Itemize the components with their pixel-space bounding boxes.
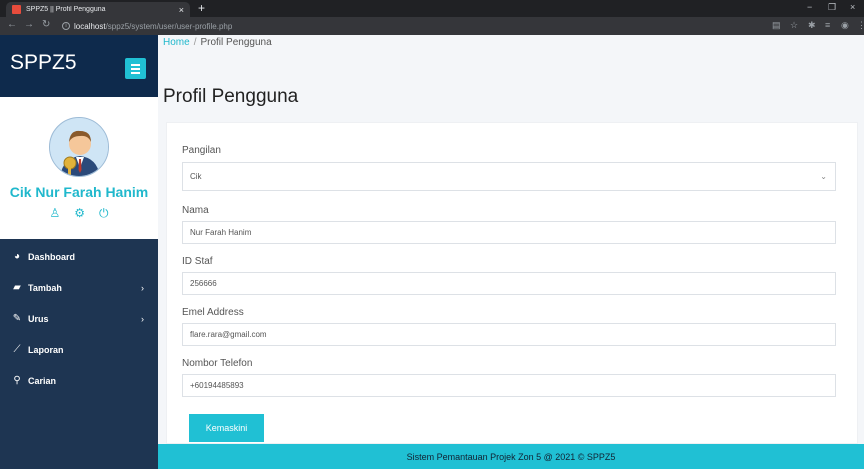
sidebar-item-urus[interactable]: ✎ Urus › — [0, 303, 158, 334]
user-profile-panel: Cik Nur Farah Hanim ♙ ⚙ ⏻ — [0, 97, 158, 239]
book-icon: ▰ — [13, 282, 21, 293]
footer-text: Sistem Pemantauan Projek Zon 5 @ 2021 © … — [406, 452, 616, 462]
profile-actions: ♙ ⚙ ⏻ — [0, 206, 158, 221]
browser-address-bar: ← → ↻ i localhost /sppz5/system/user/use… — [0, 17, 864, 35]
dashboard-icon: ◕ — [13, 251, 21, 262]
pangilan-value: Cik — [190, 172, 202, 181]
footer: Sistem Pemantauan Projek Zon 5 @ 2021 © … — [158, 444, 864, 469]
telefon-label: Nombor Telefon — [182, 358, 253, 369]
emel-label: Emel Address — [182, 307, 244, 318]
sidebar-item-carian[interactable]: ⚲ Carian — [0, 365, 158, 396]
chevron-down-icon: ⌄ — [820, 172, 827, 181]
breadcrumb: Home / Profil Pengguna — [163, 37, 272, 48]
brand-header: SPPZ5 — [0, 35, 158, 97]
chevron-right-icon: › — [141, 282, 144, 293]
maximize-button[interactable]: ❐ — [828, 2, 836, 13]
search-icon: ⚲ — [13, 375, 21, 386]
bookmark-star-icon[interactable]: ☆ — [790, 20, 798, 31]
tab-close-icon[interactable]: × — [179, 5, 184, 15]
power-icon[interactable]: ⏻ — [99, 206, 109, 221]
sidebar-item-label: Dashboard — [28, 251, 76, 262]
url-input[interactable]: i localhost /sppz5/system/user/user-prof… — [62, 19, 662, 33]
telefon-input[interactable]: +60194485893 — [182, 374, 836, 397]
translate-icon[interactable]: ▤ — [772, 20, 781, 31]
sidebar-item-label: Laporan — [28, 344, 64, 355]
url-host: localhost — [74, 21, 106, 31]
sidebar-item-laporan[interactable]: ⟋ Laporan — [0, 334, 158, 365]
browser-menu-icon[interactable]: ⋮ — [857, 20, 864, 31]
pangilan-select[interactable]: Cik ⌄ — [182, 162, 836, 191]
sidebar-item-label: Carian — [28, 375, 57, 386]
profile-avatar-icon[interactable]: ◉ — [841, 20, 849, 31]
nama-input[interactable]: Nur Farah Hanim — [182, 221, 836, 244]
url-path: /sppz5/system/user/user-profile.php — [105, 21, 233, 31]
edit-icon: ✎ — [12, 313, 22, 324]
breadcrumb-separator: / — [193, 37, 197, 48]
sidebar-item-label: Urus — [28, 313, 49, 324]
forward-icon[interactable]: → — [24, 19, 34, 30]
user-icon[interactable]: ♙ — [49, 206, 60, 221]
site-info-icon[interactable]: i — [62, 22, 70, 30]
back-icon[interactable]: ← — [7, 19, 17, 30]
browser-tab-bar: SPPZ5 || Profil Pengguna × + − ❐ × — [0, 0, 864, 17]
emel-input[interactable]: flare.rara@gmail.com — [182, 323, 836, 346]
id-staf-input[interactable]: 256666 — [182, 272, 836, 295]
sidebar-item-tambah[interactable]: ▰ Tambah › — [0, 272, 158, 303]
sidebar: SPPZ5 Cik Nur Farah Hanim ♙ ⚙ ⏻ ◕ Dashboa… — [0, 35, 158, 469]
menu-toggle-button[interactable] — [125, 58, 146, 79]
minimize-button[interactable]: − — [807, 2, 812, 12]
id-staf-label: ID Staf — [182, 256, 213, 267]
favicon-icon — [12, 5, 21, 14]
tab-title: SPPZ5 || Profil Pengguna — [26, 6, 106, 13]
pangilan-label: Pangilan — [182, 145, 221, 156]
reading-list-icon[interactable]: ≡ — [825, 20, 830, 30]
browser-tab[interactable]: SPPZ5 || Profil Pengguna × — [6, 2, 190, 17]
breadcrumb-current: Profil Pengguna — [200, 37, 272, 48]
sidebar-menu: ◕ Dashboard ▰ Tambah › ✎ Urus › ⟋ Laporan ⚲ Carian — [0, 241, 158, 396]
nama-label: Nama — [182, 205, 209, 216]
settings-icon[interactable]: ⚙ — [74, 206, 85, 221]
reload-icon[interactable]: ↻ — [42, 19, 50, 30]
sidebar-item-label: Tambah — [28, 282, 62, 293]
avatar — [49, 117, 109, 177]
window-close-button[interactable]: × — [850, 2, 855, 12]
profile-form-card: Pangilan Cik ⌄ Nama Nur Farah Hanim ID S… — [166, 122, 858, 444]
chart-icon: ⟋ — [13, 344, 21, 355]
breadcrumb-home-link[interactable]: Home — [163, 37, 190, 48]
profile-name: Cik Nur Farah Hanim — [9, 184, 149, 200]
kemaskini-button[interactable]: Kemaskini — [189, 414, 264, 442]
chevron-right-icon: › — [141, 313, 144, 324]
brand-title[interactable]: SPPZ5 — [10, 51, 77, 75]
extensions-icon[interactable]: ✱ — [808, 20, 816, 31]
new-tab-button[interactable]: + — [198, 1, 205, 15]
sidebar-item-dashboard[interactable]: ◕ Dashboard — [0, 241, 158, 272]
page-title: Profil Pengguna — [163, 86, 299, 107]
